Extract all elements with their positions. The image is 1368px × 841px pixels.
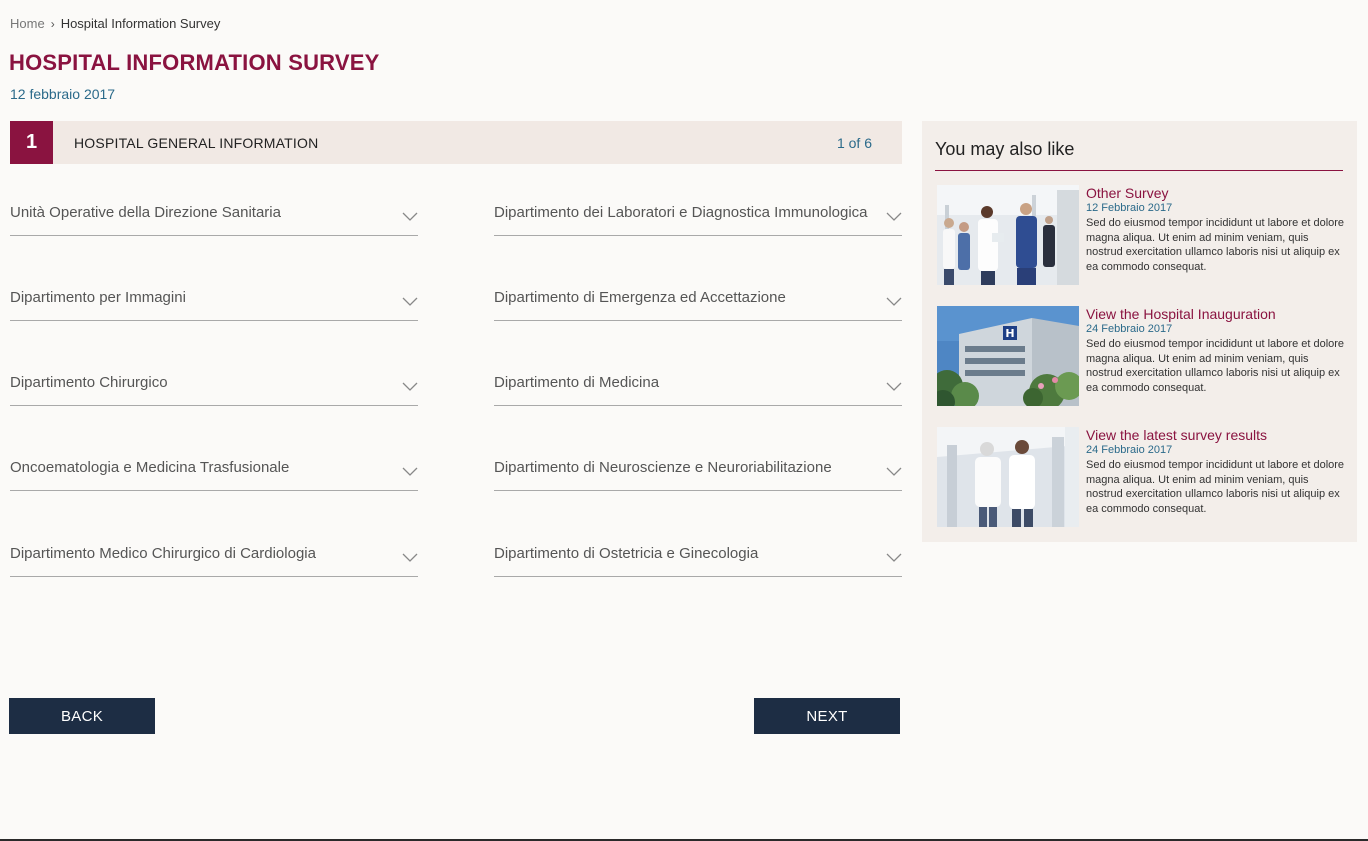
department-dropdown[interactable]: Dipartimento dei Laboratori e Diagnostic… [494,190,902,236]
department-dropdown[interactable]: Oncoematologia e Medicina Trasfusionale [10,445,418,491]
next-button[interactable]: NEXT [754,698,900,734]
department-dropdown[interactable]: Dipartimento Chirurgico [10,360,418,406]
recommendation-date: 24 Febbraio 2017 [1086,444,1173,456]
back-button[interactable]: BACK [9,698,155,734]
recommendation-description: Sed do eiusmod tempor incididunt ut labo… [1086,217,1345,273]
step-title: HOSPITAL GENERAL INFORMATION [74,134,319,151]
breadcrumb-separator-icon: › [50,16,55,31]
chevron-down-icon [402,297,418,306]
recommendations-panel: You may also like Other Survey 12 Febbra… [922,121,1357,542]
department-dropdown-label: Dipartimento di Emergenza ed Accettazion… [494,289,786,306]
chevron-down-icon [402,212,418,221]
department-dropdown-label: Oncoematologia e Medicina Trasfusionale [10,459,290,476]
chevron-down-icon [886,212,902,221]
recommendations-title: You may also like [935,139,1075,159]
department-dropdown-label: Dipartimento di Medicina [494,374,660,391]
chevron-down-icon [886,382,902,391]
department-dropdown[interactable]: Unità Operative della Direzione Sanitari… [10,190,418,236]
department-dropdown[interactable]: Dipartimento per Immagini [10,275,418,321]
breadcrumb-home-link[interactable]: Home [10,16,45,31]
chevron-down-icon [402,382,418,391]
svg-text:H: H [1005,327,1014,340]
department-dropdown-label: Dipartimento Medico Chirurgico di Cardio… [10,545,316,562]
divider [935,170,1343,171]
recommendation-date: 12 Febbraio 2017 [1086,202,1173,214]
department-dropdown-label: Dipartimento per Immagini [10,289,186,306]
page-date: 12 febbraio 2017 [10,86,116,102]
breadcrumb-current: Hospital Information Survey [60,16,221,31]
department-dropdown-label: Dipartimento di Ostetricia e Ginecologia [494,545,759,562]
recommendation-title-link[interactable]: View the Hospital Inauguration [1086,306,1348,323]
department-dropdown[interactable]: Dipartimento di Medicina [494,360,902,406]
department-dropdown-label: Unità Operative della Direzione Sanitari… [10,204,281,221]
chevron-down-icon [886,297,902,306]
recommendation-title-link[interactable]: View the latest survey results [1086,427,1348,444]
breadcrumb: Home › Hospital Information Survey [10,16,220,31]
chevron-down-icon [402,553,418,562]
chevron-down-icon [886,467,902,476]
recommendation-item[interactable]: View the latest survey results 24 Febbra… [937,427,1347,527]
doctors-corridor-thumbnail[interactable] [937,427,1079,527]
department-dropdown[interactable]: Dipartimento di Neuroscienze e Neuroriab… [494,445,902,491]
recommendation-info: Other Survey 12 Febbraio 2017 Sed do eiu… [1086,185,1348,274]
chevron-down-icon [886,553,902,562]
department-dropdown[interactable]: Dipartimento Medico Chirurgico di Cardio… [10,531,418,577]
hospital-building-thumbnail[interactable]: H [937,306,1079,406]
recommendation-title-link[interactable]: Other Survey [1086,185,1348,202]
recommendation-info: View the latest survey results 24 Febbra… [1086,427,1348,516]
department-dropdown[interactable]: Dipartimento di Emergenza ed Accettazion… [494,275,902,321]
recommendation-description: Sed do eiusmod tempor incididunt ut labo… [1086,338,1345,394]
recommendation-item[interactable]: H View the Hospital Inauguration 24 Febb… [937,306,1347,406]
doctors-walking-thumbnail[interactable] [937,185,1079,285]
recommendation-info: View the Hospital Inauguration 24 Febbra… [1086,306,1348,395]
recommendation-date: 24 Febbraio 2017 [1086,323,1173,335]
step-header: 1 HOSPITAL GENERAL INFORMATION 1 of 6 [10,121,902,164]
department-dropdown-label: Dipartimento Chirurgico [10,374,168,391]
chevron-down-icon [402,467,418,476]
department-dropdown-label: Dipartimento dei Laboratori e Diagnostic… [494,204,868,221]
page-title: HOSPITAL INFORMATION SURVEY [9,50,380,75]
recommendation-description: Sed do eiusmod tempor incididunt ut labo… [1086,459,1345,515]
step-number-badge: 1 [10,121,53,164]
recommendation-item[interactable]: Other Survey 12 Febbraio 2017 Sed do eiu… [937,185,1347,285]
step-progress: 1 of 6 [836,134,872,151]
department-dropdown[interactable]: Dipartimento di Ostetricia e Ginecologia [494,531,902,577]
department-dropdown-label: Dipartimento di Neuroscienze e Neuroriab… [494,459,832,476]
